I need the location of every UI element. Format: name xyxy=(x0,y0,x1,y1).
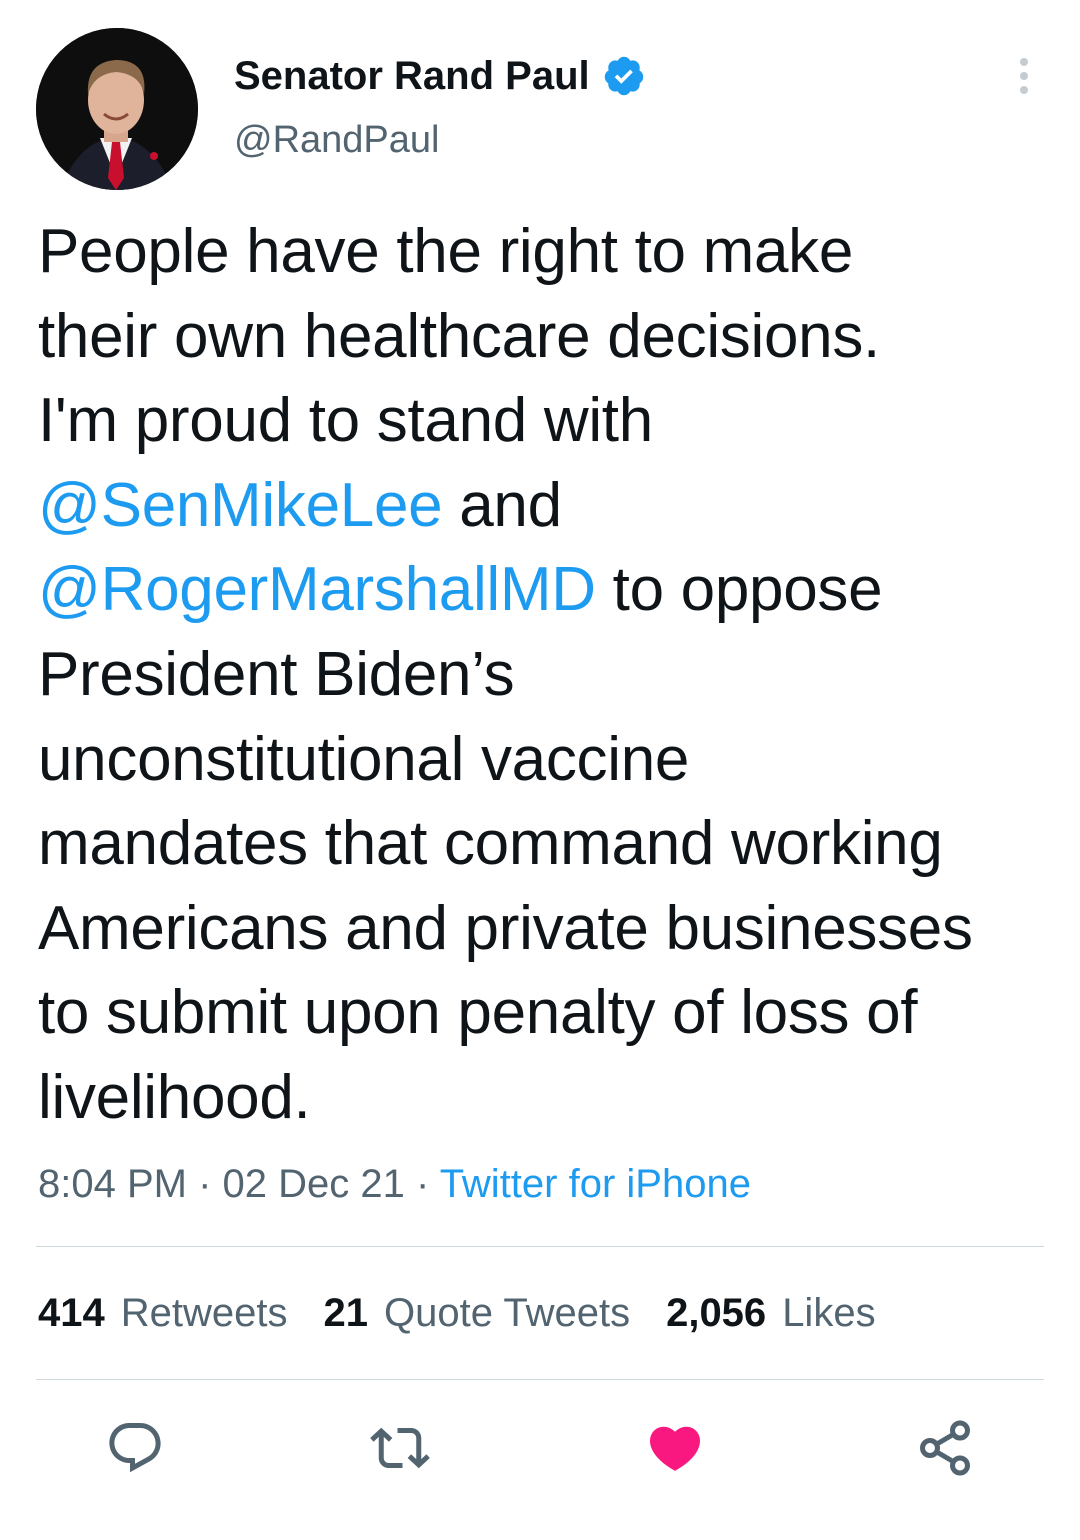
tweet-text-line: President Biden’s xyxy=(38,633,1058,718)
likes-stat[interactable]: 2,056 Likes xyxy=(666,1287,876,1339)
author-display-name[interactable]: Senator Rand Paul xyxy=(234,50,590,102)
tweet-text-line: mandates that command working xyxy=(38,802,1058,887)
author-handle[interactable]: @RandPaul xyxy=(234,116,439,164)
verified-badge-icon xyxy=(602,54,646,98)
reply-button[interactable] xyxy=(105,1418,165,1478)
tweet-date: 02 Dec 21 xyxy=(222,1162,405,1206)
tweet-text-line: their own healthcare decisions. xyxy=(38,295,1058,380)
heart-icon xyxy=(649,1426,701,1471)
tweet-text-line: livelihood. xyxy=(38,1056,1058,1141)
avatar-image xyxy=(36,28,198,190)
tweet-text-segment: and xyxy=(442,470,562,540)
retweet-button[interactable] xyxy=(370,1418,430,1478)
tweet-text-segment: to submit upon penalty of loss of xyxy=(38,978,918,1048)
tweet-text-line: People have the right to make xyxy=(38,210,1058,295)
tweet-text-line: to submit upon penalty of loss of xyxy=(38,971,1058,1056)
tweet-text-segment: I'm proud to stand with xyxy=(38,386,653,456)
share-icon xyxy=(920,1420,970,1476)
quotes-stat[interactable]: 21 Quote Tweets xyxy=(324,1287,631,1339)
divider xyxy=(36,1379,1044,1380)
retweet-icon xyxy=(370,1427,430,1469)
tweet-text-segment: livelihood. xyxy=(38,1062,311,1132)
tweet-text-segment: unconstitutional vaccine xyxy=(38,724,690,794)
tweet-text-segment: their own healthcare decisions. xyxy=(38,301,880,371)
share-button[interactable] xyxy=(915,1418,975,1478)
tweet-text-segment: People have the right to make xyxy=(38,217,854,286)
tweet-actions xyxy=(0,1418,1080,1478)
author-avatar[interactable] xyxy=(36,28,198,190)
retweets-stat[interactable]: 414 Retweets xyxy=(38,1287,288,1339)
author-name-row: Senator Rand Paul xyxy=(234,50,646,102)
tweet-text: People have the right to make their own h… xyxy=(38,210,1058,1141)
quotes-count: 21 xyxy=(323,1291,369,1335)
tweet-text-segment: President Biden’s xyxy=(38,639,515,709)
like-button[interactable] xyxy=(645,1418,705,1478)
quotes-label: Quote Tweets xyxy=(384,1291,631,1335)
tweet-text-line: unconstitutional vaccine xyxy=(38,718,1058,803)
retweets-count: 414 xyxy=(38,1291,105,1335)
tweet-time: 8:04 PM xyxy=(38,1162,187,1206)
more-vertical-icon[interactable] xyxy=(1014,56,1034,96)
tweet-text-line: Americans and private businesses xyxy=(38,887,1058,972)
retweets-label: Retweets xyxy=(120,1291,288,1335)
tweet-text-segment: to oppose xyxy=(595,555,883,625)
tweet-text-line: I'm proud to stand with xyxy=(38,379,1058,464)
mention-link[interactable]: @SenMikeLee xyxy=(38,471,443,540)
tweet-text-segment: Americans and private businesses xyxy=(38,893,973,963)
tweet-stats: 414 Retweets 21 Quote Tweets 2,056 Likes xyxy=(38,1287,876,1339)
tweet-text-line: @RogerMarshallMD to oppose xyxy=(38,548,1058,633)
meta-separator: · xyxy=(404,1162,440,1206)
likes-count: 2,056 xyxy=(666,1291,767,1335)
meta-separator: · xyxy=(186,1162,223,1206)
likes-label: Likes xyxy=(782,1291,876,1335)
tweet-source-link[interactable]: Twitter for iPhone xyxy=(440,1162,751,1206)
reply-icon xyxy=(109,1423,161,1473)
tweet-text-line: @SenMikeLee and xyxy=(38,464,1058,549)
tweet-text-segment: mandates that command working xyxy=(38,809,943,879)
mention-link[interactable]: @RogerMarshallMD xyxy=(38,555,596,624)
divider xyxy=(36,1246,1044,1247)
tweet-meta: 8:04 PM · 02 Dec 21 · Twitter for iPhone xyxy=(38,1158,751,1210)
